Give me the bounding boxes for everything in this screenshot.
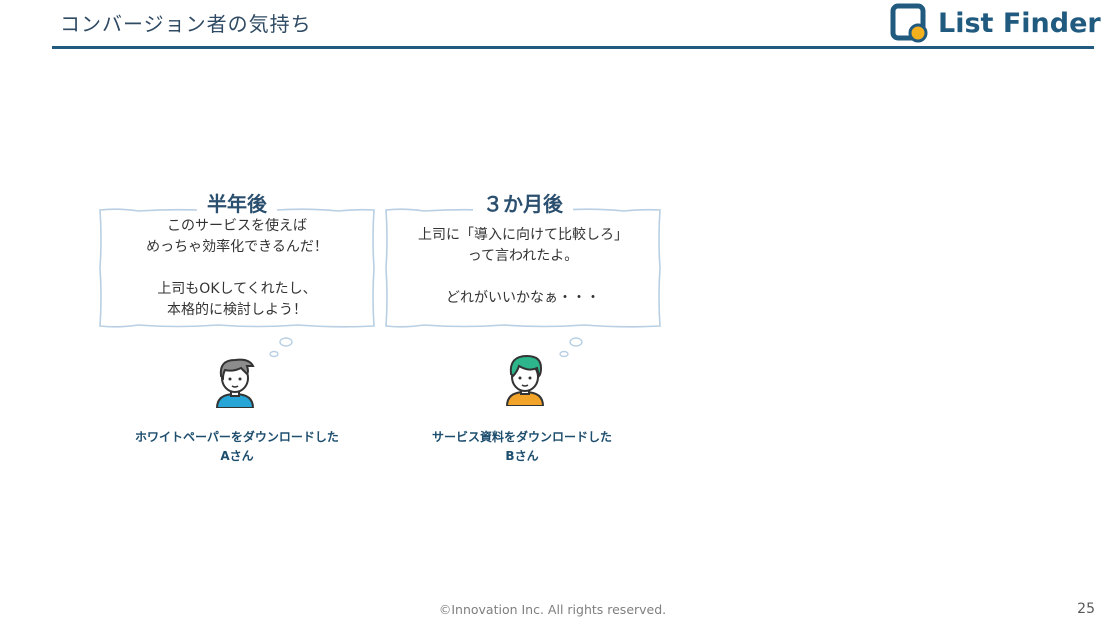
bubble-line: 上司もOKしてくれたし、 (157, 281, 317, 297)
caption-line: ホワイトペーパーをダウンロードした (135, 430, 339, 444)
bubble-line: 上司に「導入に向けて比較しろ」 (418, 227, 628, 243)
caption-name: Aさん (220, 449, 254, 463)
bubble-line: どれがいいかなぁ・・・ (446, 290, 600, 306)
bubble-heading: 半年後 (98, 188, 376, 217)
slide-title: コンバージョン者の気持ち (60, 12, 312, 36)
bubble-line: めっちゃ効率化できるんだ！ (146, 239, 328, 255)
thought-dots-icon (559, 337, 583, 358)
thought-dots-icon (269, 337, 293, 358)
brand-logo: List Finder (890, 3, 1101, 43)
person-b-avatar-icon (505, 354, 545, 406)
bubble-line: 本格的に検討しよう！ (167, 302, 307, 318)
persona-a-caption: ホワイトペーパーをダウンロードした Aさん (107, 428, 367, 466)
bubble-line (98, 258, 376, 279)
caption-name: Bさん (505, 449, 539, 463)
bubble-text: このサービスを使えば めっちゃ効率化できるんだ！ 上司もOKしてくれたし、 本格… (98, 216, 376, 321)
bubble-heading: ３か月後 (384, 188, 662, 217)
bubble-line (384, 267, 662, 288)
page-number: 25 (1077, 601, 1095, 617)
bubble-line: このサービスを使えば (167, 218, 307, 234)
brand-name: List Finder (938, 7, 1101, 39)
bubble-line: って言われたよ。 (467, 248, 579, 264)
copyright-footer: ©Innovation Inc. All rights reserved. (438, 602, 667, 617)
list-finder-logo-icon (890, 3, 928, 43)
caption-line: サービス資料をダウンロードした (431, 430, 612, 444)
person-a-avatar-icon (215, 358, 255, 408)
thought-bubble-b: ３か月後 上司に「導入に向けて比較しろ」 って言われたよ。 どれがいいかなぁ・・… (384, 192, 662, 328)
title-divider (52, 46, 1094, 49)
persona-b-caption: サービス資料をダウンロードした Bさん (392, 428, 652, 466)
bubble-text: 上司に「導入に向けて比較しろ」 って言われたよ。 どれがいいかなぁ・・・ (384, 225, 662, 309)
thought-bubble-a: 半年後 このサービスを使えば めっちゃ効率化できるんだ！ 上司もOKしてくれたし… (98, 192, 376, 328)
